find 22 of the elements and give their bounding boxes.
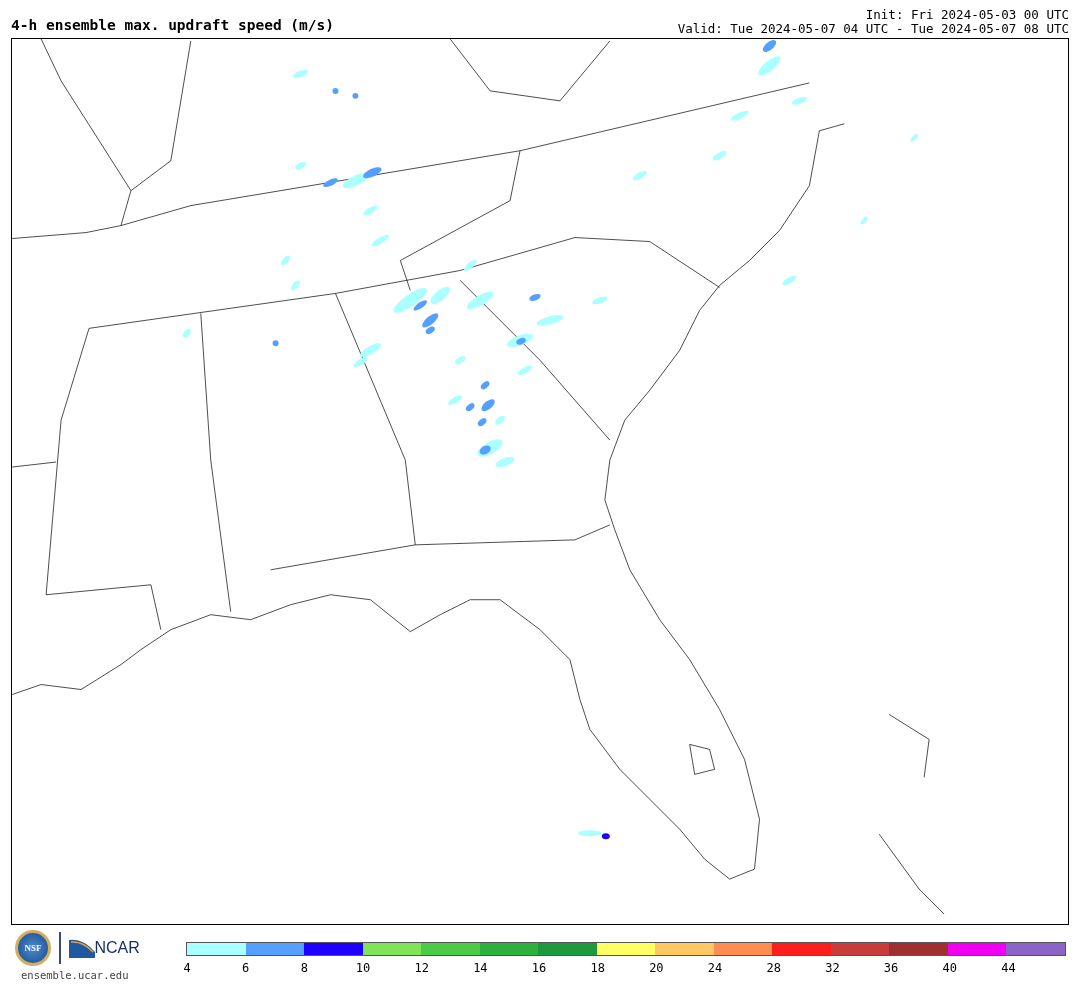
tick-label: 12	[414, 961, 429, 975]
tick-label: 40	[942, 961, 957, 975]
tick-label: 6	[242, 961, 250, 975]
tick-label: 10	[355, 961, 371, 975]
valid-time: Valid: Tue 2024-05-07 04 UTC - Tue 2024-05-07 08 UTC	[677, 22, 1069, 36]
tick-label: 44	[1001, 961, 1016, 975]
ncar-logo: NCAR	[94, 939, 140, 957]
init-time: Init: Fri 2024-05-03 00 UTC	[864, 8, 1069, 22]
tick-label: 36	[883, 961, 899, 975]
tick-label: 4	[183, 961, 191, 975]
swoosh-icon	[68, 938, 95, 958]
tick-label: 24	[707, 961, 723, 975]
tick-label: 16	[531, 961, 547, 975]
tick-label: 8	[300, 961, 308, 975]
tick-label: 14	[473, 961, 488, 975]
nsf-logo: NSF	[15, 930, 51, 966]
tick-label: 20	[649, 961, 664, 975]
map-title: 4-h ensemble max. updraft speed (m/s)	[11, 17, 334, 35]
tick-label: 18	[590, 961, 605, 975]
site-url: ensemble.ucar.edu	[21, 969, 129, 981]
tick-label: 32	[825, 961, 840, 975]
tick-label: 28	[766, 961, 781, 975]
